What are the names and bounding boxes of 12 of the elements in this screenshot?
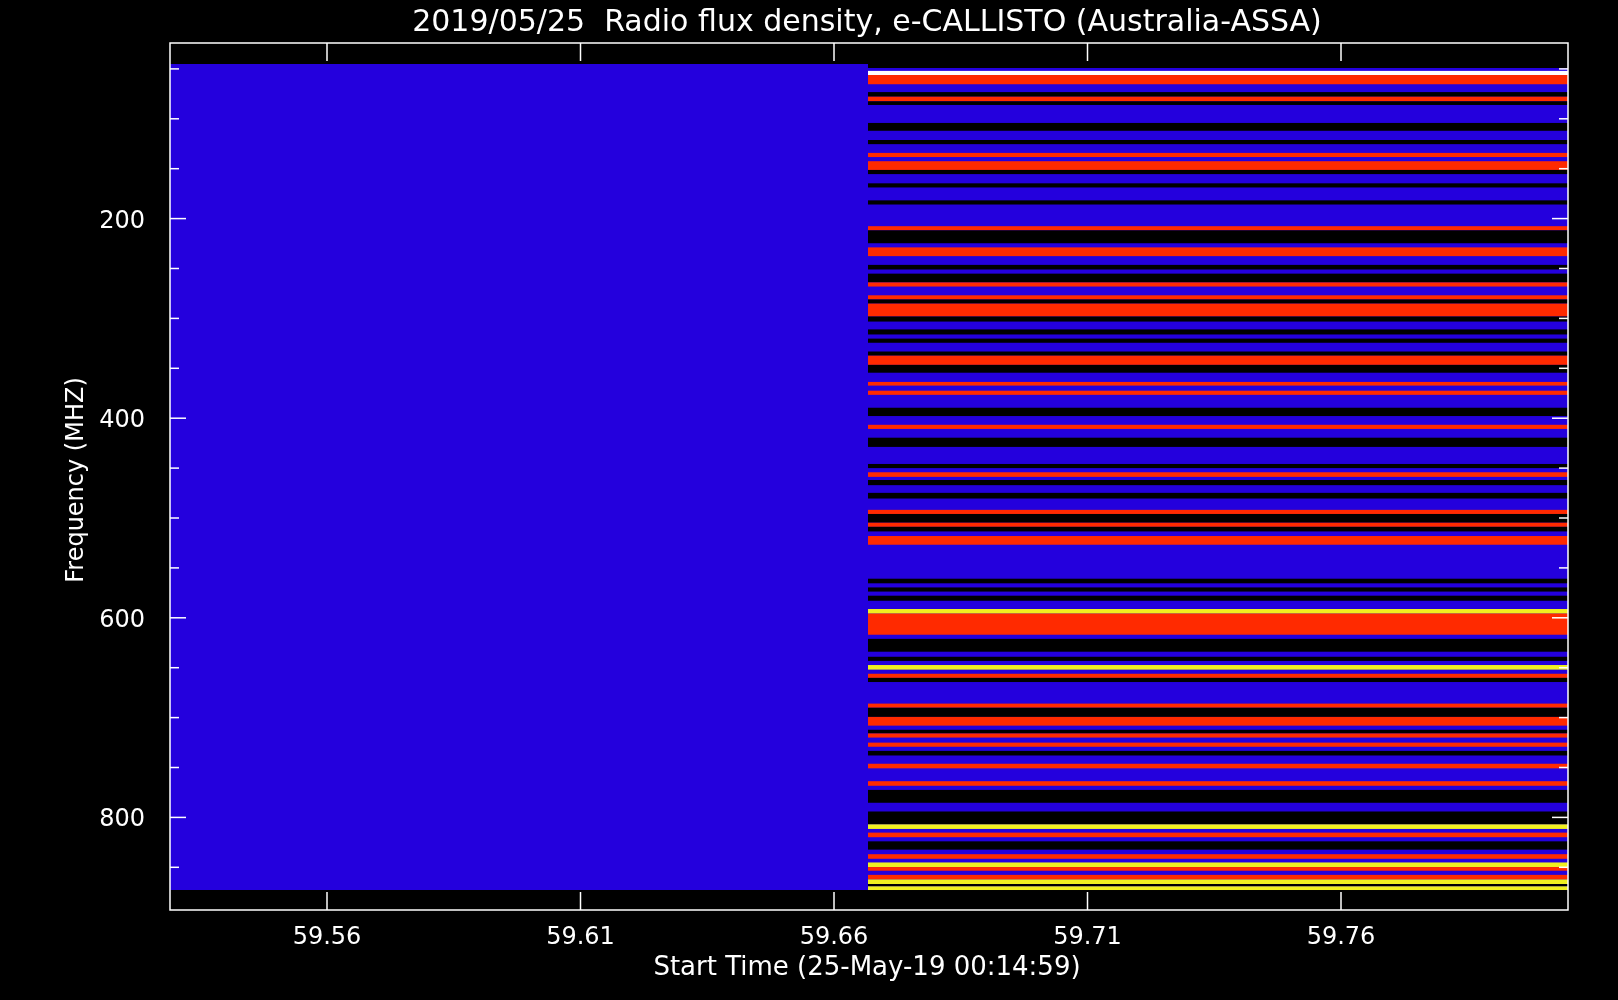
x-tick-label: 59.66	[799, 922, 869, 950]
x-tick-label: 59.56	[292, 922, 362, 950]
x-tick-label: 59.61	[546, 922, 615, 950]
plot-title: 2019/05/25 Radio flux density, e-CALLISTO (Australia-ASSA)	[412, 3, 1322, 38]
y-tick-label: 600	[99, 604, 145, 633]
x-tick-label: 59.76	[1306, 922, 1376, 950]
y-axis-label: Frequency (MHZ)	[61, 377, 89, 583]
y-tick-label: 200	[99, 205, 145, 234]
x-tick-label: 59.71	[1053, 922, 1122, 950]
y-tick-label: 800	[99, 804, 145, 833]
y-tick-label: 400	[99, 405, 145, 434]
x-axis-label: Start Time (25-May-19 00:14:59)	[653, 951, 1081, 981]
